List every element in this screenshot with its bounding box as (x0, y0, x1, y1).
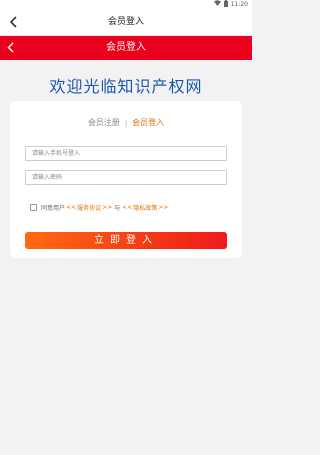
service-open: << (66, 203, 77, 211)
page-title: 会员登入 (106, 42, 146, 53)
privacy-close: >> (158, 203, 169, 211)
login-tabs: 会员注册 | 会员登入 (10, 117, 242, 128)
status-time: 11:20 (230, 1, 248, 8)
phone-input[interactable]: 请输入手机号登入 (25, 146, 227, 161)
login-card: 会员注册 | 会员登入 请输入手机号登入 请输入密码 同意用户 << 服务协议 … (10, 101, 242, 258)
status-bar: 11:20 (0, 0, 252, 9)
agreement-prefix: 同意用户 (41, 204, 66, 212)
password-input[interactable]: 请输入密码 (25, 170, 227, 185)
privacy-policy-link[interactable]: 隐私政策 (133, 203, 157, 212)
tab-login[interactable]: 会员登入 (132, 117, 164, 128)
app-bar-title: 会员登入 (107, 17, 144, 27)
wifi-icon (213, 0, 221, 9)
agree-checkbox[interactable] (30, 203, 37, 211)
login-button[interactable]: 立即登入 (25, 232, 227, 249)
tab-separator: | (124, 118, 128, 127)
privacy-open: << (122, 203, 133, 211)
service-close: >> (102, 203, 113, 211)
service-agreement-link[interactable]: 服务协议 (77, 203, 101, 212)
page-header: 会员登入 (0, 36, 252, 60)
welcome-heading: 欢迎光临知识产权网 (49, 77, 203, 96)
app-bar: 会员登入 (0, 9, 252, 36)
agreement-and: 与 (114, 204, 121, 212)
tab-register[interactable]: 会员注册 (88, 117, 120, 128)
agreement-row: 同意用户 << 服务协议 >> 与 << 隐私政策 >> (30, 202, 169, 212)
